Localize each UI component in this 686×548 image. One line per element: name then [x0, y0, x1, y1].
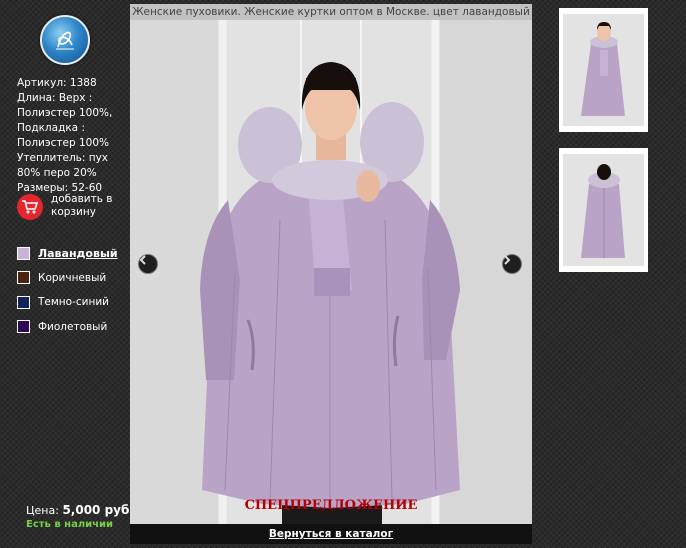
- color-label: Коричневый: [38, 271, 107, 284]
- thumbnail-back[interactable]: [559, 148, 648, 272]
- thumbnail-front-image: [559, 8, 648, 132]
- add-to-cart-button[interactable]: добавить в корзину: [17, 193, 121, 220]
- detail-line: Артикул: 1388: [17, 77, 97, 89]
- detail-line: Длина: Верх :: [17, 92, 93, 104]
- detail-line: 80% перо 20%: [17, 167, 97, 179]
- detail-line: Полиэстер 100%,: [17, 107, 113, 119]
- price-value: 5,000 руб.: [62, 503, 134, 517]
- stock-status: Есть в наличии: [26, 519, 114, 530]
- image-viewer: Женские пуховики. Женские куртки оптом в…: [130, 4, 532, 544]
- back-bar: Вернуться в каталог: [130, 524, 532, 544]
- color-option-navy[interactable]: Темно-синий: [17, 294, 118, 310]
- color-label: Фиолетовый: [38, 320, 108, 333]
- detail-line: Полиэстер 100%: [17, 137, 109, 149]
- thumbnail-front[interactable]: [559, 8, 648, 132]
- price-label: Цена:: [26, 504, 59, 517]
- color-swatch: [17, 320, 30, 333]
- color-label: Лавандовый: [38, 246, 118, 260]
- color-option-lavender[interactable]: Лавандовый: [17, 245, 118, 261]
- product-photo[interactable]: [130, 20, 532, 528]
- product-details: Артикул: 1388 Длина: Верх : Полиэстер 10…: [17, 76, 117, 196]
- viewer-title: Женские пуховики. Женские куртки оптом в…: [130, 4, 532, 20]
- color-label: Темно-синий: [38, 296, 109, 308]
- arrow-right-icon: [504, 255, 511, 265]
- price: Цена: 5,000 руб.: [26, 503, 134, 517]
- color-swatch: [17, 295, 30, 309]
- arrow-left-icon: [139, 255, 146, 265]
- prev-arrow-button[interactable]: [138, 254, 158, 274]
- color-list: Лавандовый Коричневый Темно-синий Фиолет…: [17, 245, 118, 343]
- back-to-catalog-link[interactable]: Вернуться в каталог: [269, 528, 393, 540]
- site-logo[interactable]: [40, 15, 90, 65]
- add-to-cart-label: добавить в корзину: [51, 193, 113, 218]
- logo-emblem-icon: [56, 31, 74, 50]
- thumbnail-back-image: [559, 148, 648, 272]
- color-swatch: [17, 246, 30, 260]
- color-swatch: [17, 271, 30, 284]
- color-option-brown[interactable]: Коричневый: [17, 270, 118, 286]
- next-arrow-button[interactable]: [502, 254, 522, 274]
- detail-line: Утеплитель: пух: [17, 152, 109, 164]
- model-illustration: [200, 20, 460, 528]
- special-offer-label: СПЕЦПРЕДЛОЖЕНИЕ: [244, 498, 418, 513]
- color-option-violet[interactable]: Фиолетовый: [17, 319, 118, 335]
- detail-line: Подкладка :: [17, 122, 85, 134]
- cart-icon: [17, 194, 43, 220]
